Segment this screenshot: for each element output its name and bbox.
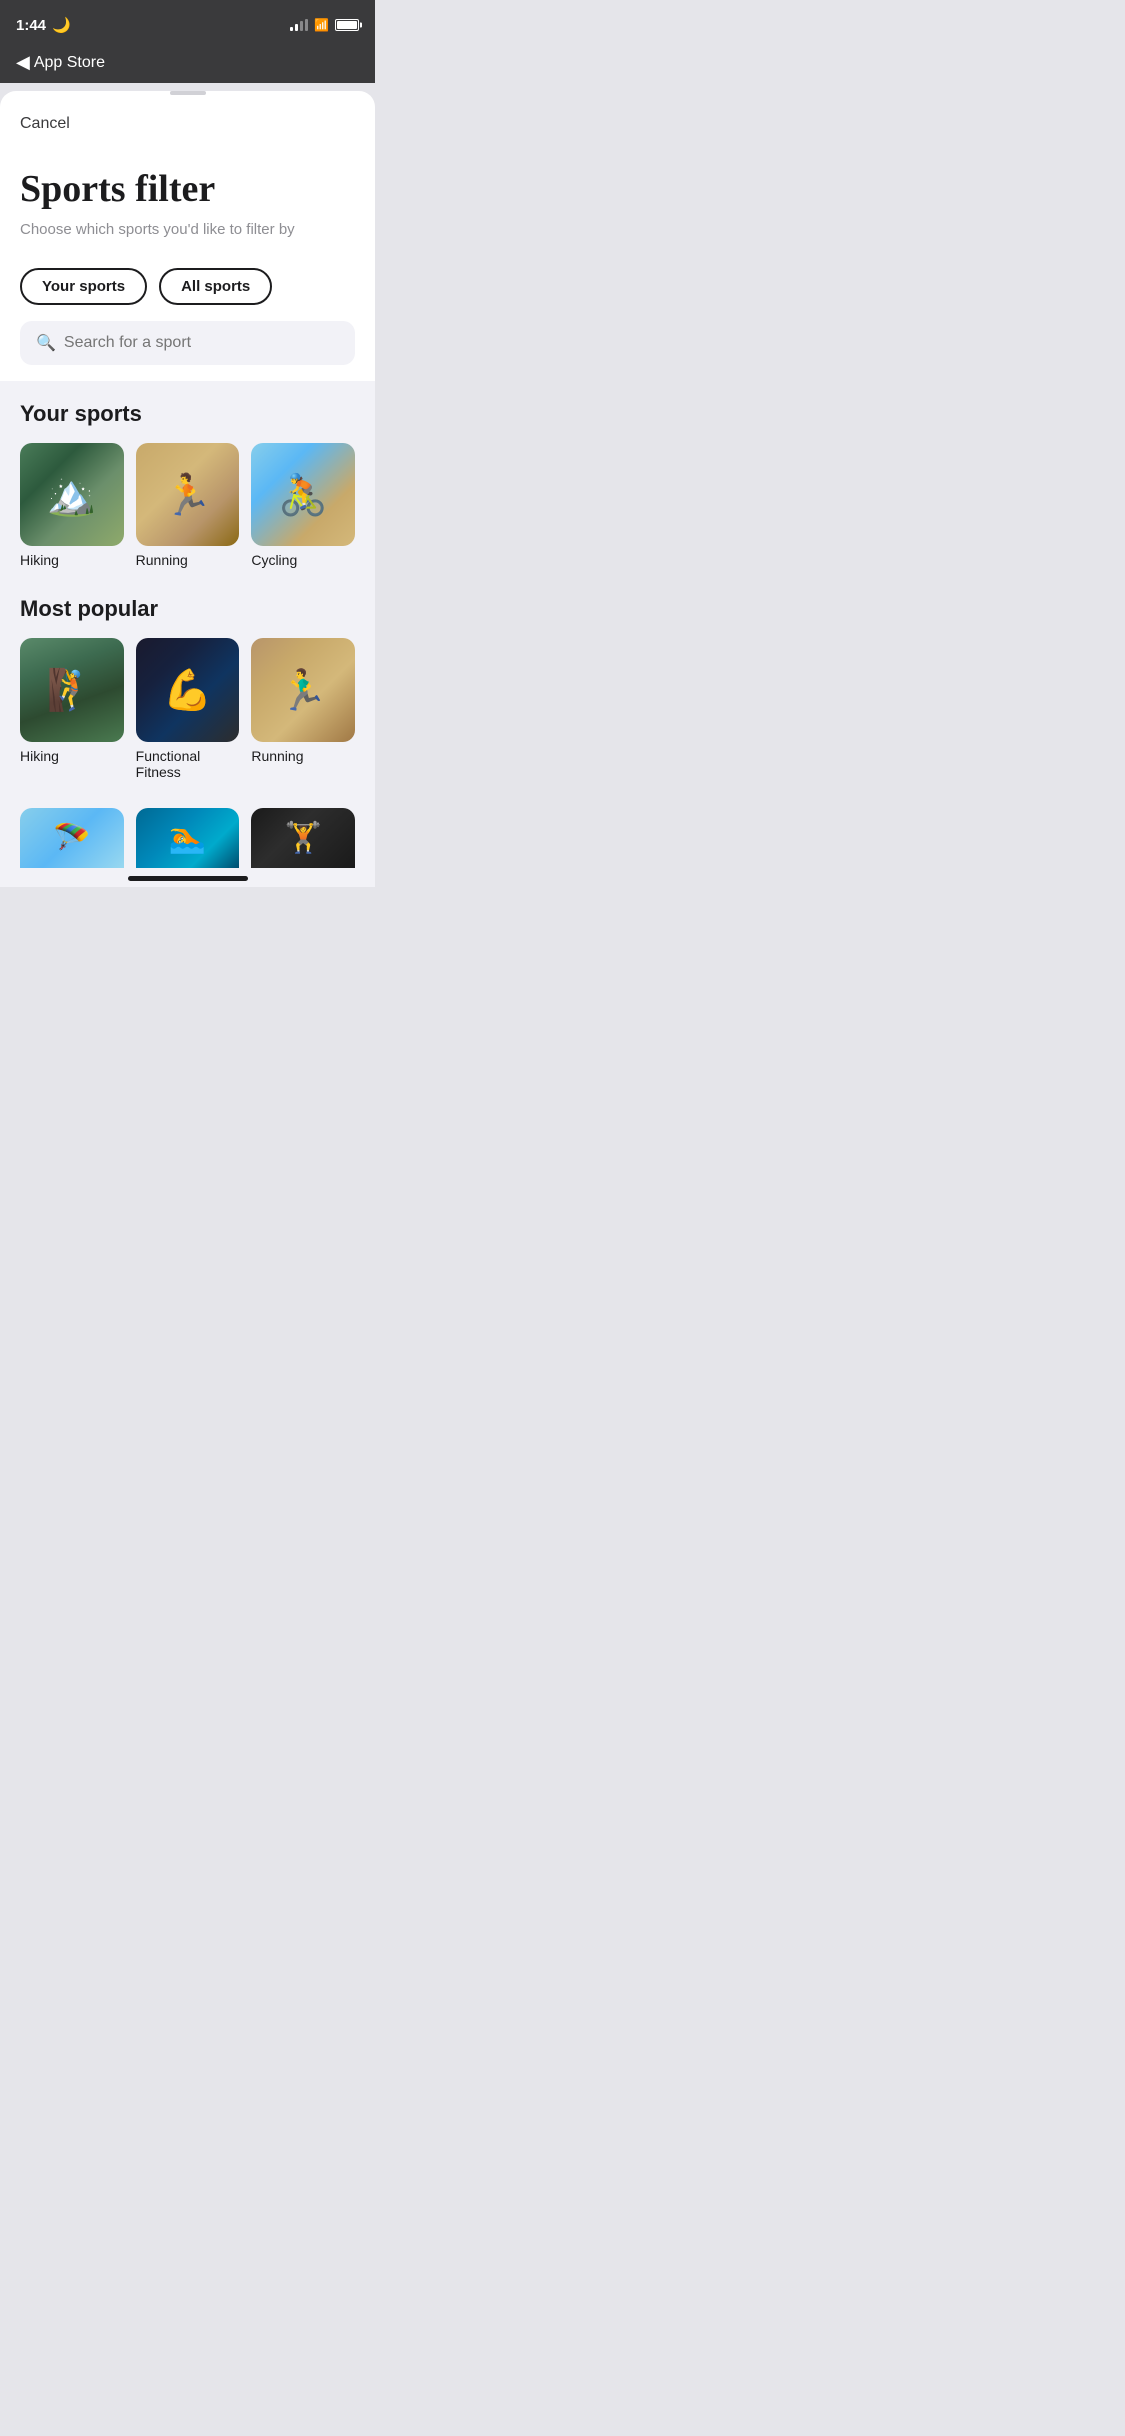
most-popular-grid: Hiking Functional Fitness Running — [20, 638, 355, 780]
battery-icon — [335, 19, 359, 31]
running-popular-image — [251, 638, 355, 742]
status-left: 1:44 🌙 — [16, 16, 71, 34]
running-image — [136, 443, 240, 547]
sky-image — [20, 808, 124, 868]
time-display: 1:44 — [16, 17, 46, 34]
functional-fitness-label: Functional Fitness — [136, 748, 240, 780]
search-input[interactable] — [64, 334, 339, 352]
cycling-label: Cycling — [251, 552, 355, 568]
cycling-image — [251, 443, 355, 547]
sheet-header: Cancel — [0, 95, 375, 145]
sport-card-running[interactable]: Running — [136, 443, 240, 569]
search-section: 🔍 — [0, 321, 375, 381]
sheet-title: Sports filter — [20, 169, 355, 211]
toggle-section: Your sports All sports — [0, 248, 375, 321]
your-sports-tab[interactable]: Your sports — [20, 268, 147, 305]
title-section: Sports filter Choose which sports you'd … — [0, 145, 375, 248]
your-sports-section-title: Your sports — [20, 401, 355, 427]
hiking-popular-label: Hiking — [20, 748, 124, 764]
moon-icon: 🌙 — [52, 16, 71, 34]
nav-back-label: App Store — [34, 54, 105, 72]
sport-card-gym[interactable] — [251, 808, 355, 868]
content-area: Your sports Hiking Running Cycling Most … — [0, 381, 375, 887]
nav-bar: ◀ App Store — [0, 44, 375, 83]
sport-card-cycling[interactable]: Cycling — [251, 443, 355, 569]
battery-fill — [337, 21, 357, 29]
gym-image — [251, 808, 355, 868]
sport-card-hiking[interactable]: Hiking — [20, 443, 124, 569]
signal-icon — [290, 19, 308, 31]
running-label: Running — [136, 552, 240, 568]
functional-fitness-image — [136, 638, 240, 742]
modal-sheet: Cancel Sports filter Choose which sports… — [0, 91, 375, 887]
status-right: 📶 — [290, 18, 359, 32]
hiking-popular-image — [20, 638, 124, 742]
status-bar: 1:44 🌙 📶 — [0, 0, 375, 44]
signal-bar-1 — [290, 27, 293, 31]
partial-sports-grid — [20, 808, 355, 868]
all-sports-tab[interactable]: All sports — [159, 268, 272, 305]
sport-card-running-popular[interactable]: Running — [251, 638, 355, 780]
pool-image — [136, 808, 240, 868]
sport-card-functional-fitness[interactable]: Functional Fitness — [136, 638, 240, 780]
home-indicator-area — [20, 868, 355, 887]
sport-card-hiking-popular[interactable]: Hiking — [20, 638, 124, 780]
back-button[interactable]: ◀ App Store — [16, 52, 105, 73]
cancel-button[interactable]: Cancel — [20, 111, 70, 137]
running-popular-label: Running — [251, 748, 355, 764]
back-arrow-icon: ◀ — [16, 52, 30, 73]
sport-card-pool[interactable] — [136, 808, 240, 868]
sheet-subtitle: Choose which sports you'd like to filter… — [20, 219, 355, 240]
home-indicator-bar — [128, 876, 248, 881]
sport-card-sky[interactable] — [20, 808, 124, 868]
hiking-image — [20, 443, 124, 547]
search-container: 🔍 — [20, 321, 355, 365]
signal-bar-4 — [305, 19, 308, 31]
most-popular-section-title: Most popular — [20, 596, 355, 622]
signal-bar-3 — [300, 21, 303, 31]
your-sports-grid: Hiking Running Cycling — [20, 443, 355, 569]
hiking-label: Hiking — [20, 552, 124, 568]
search-icon: 🔍 — [36, 333, 56, 353]
signal-bar-2 — [295, 24, 298, 31]
wifi-icon: 📶 — [314, 18, 329, 32]
